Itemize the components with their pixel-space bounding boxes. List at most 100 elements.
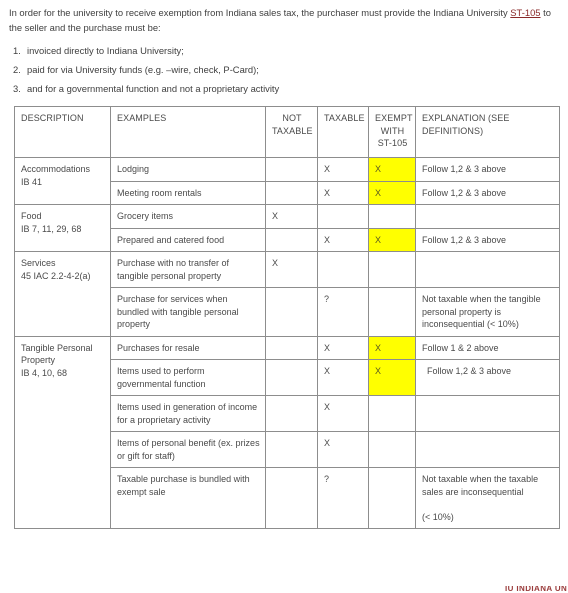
exempt-st105-cell: X: [368, 359, 416, 396]
list-item-label: and for a governmental function and not …: [27, 83, 280, 94]
example-cell: Items of personal benefit (ex. prizes or…: [110, 431, 266, 468]
taxable-cell: X: [317, 227, 369, 252]
list-item: 3. and for a governmental function and no…: [9, 82, 559, 101]
category-title: Accommodations: [21, 164, 91, 174]
example-cell: Items used to perform governmental funct…: [110, 359, 266, 396]
category-citation: IB 4, 10, 68: [21, 367, 68, 378]
category-citation: IB 41: [21, 176, 43, 187]
requirements-list: 1. invoiced directly to Indiana Universit…: [9, 44, 559, 101]
taxable-cell: X: [317, 431, 369, 468]
column-header-explanation: EXPLANATION (SEE DEFINITIONS): [415, 106, 560, 158]
list-item-number: 2.: [13, 64, 21, 75]
intro-block: In order for the university to receive e…: [0, 0, 568, 101]
example-cell: Purchase for services when bundled with …: [110, 287, 266, 337]
not-taxable-cell: X: [265, 251, 318, 288]
example-cell: Purchases for resale: [110, 335, 266, 360]
explanation-cell: [415, 431, 560, 468]
explanation-line: Follow 1,2 & 3 above: [422, 234, 507, 245]
taxable-cell: X: [317, 335, 369, 360]
explanation-line: Not taxable when the tangible personal p…: [422, 294, 541, 329]
explanation-cell: Not taxable when the tangible personal p…: [415, 287, 560, 337]
list-item-label: paid for via University funds (e.g. –wir…: [27, 64, 259, 75]
column-header-examples: EXAMPLES: [110, 106, 266, 158]
explanation-cell: [415, 395, 560, 432]
category-title: Tangible Personal Property: [21, 342, 93, 366]
table-row: Services 45 IAC 2.2-4-2(a) Purchase with n…: [14, 251, 560, 337]
category-cell: Tangible Personal Property IB 4, 10, 68: [14, 335, 111, 529]
category-title: Food: [21, 211, 42, 221]
not-taxable-cell: [265, 359, 318, 396]
not-taxable-cell: [265, 431, 318, 468]
example-cell: Taxable purchase is bundled with exempt …: [110, 467, 266, 529]
exempt-st105-cell: [368, 431, 416, 468]
taxable-cell: X: [317, 359, 369, 396]
example-cell: Prepared and catered food: [110, 227, 266, 252]
example-cell: Grocery items: [110, 204, 266, 229]
category-title: Services: [21, 258, 56, 268]
explanation-cell: [415, 204, 560, 229]
table-header: DESCRIPTION EXAMPLES NOT TAXABLE TAXABLE…: [14, 106, 560, 158]
not-taxable-cell: X: [265, 204, 318, 229]
example-cell: Purchase with no transfer of tangible pe…: [110, 251, 266, 288]
taxable-cell: ?: [317, 287, 369, 337]
not-taxable-cell: [265, 157, 318, 182]
example-cell: Lodging: [110, 157, 266, 182]
table-row: Accommodations IB 41 Lodging X X Follow 1,2 &…: [14, 157, 560, 205]
explanation-cell: Not taxable when the taxable sales are i…: [415, 467, 560, 529]
exempt-st105-cell: [368, 287, 416, 337]
explanation-cell: Follow 1,2 & 3 above: [415, 359, 560, 396]
category-cell: Food IB 7, 11, 29, 68: [14, 204, 111, 252]
list-item: 2. paid for via University funds (e.g. –w…: [9, 63, 559, 82]
exempt-st105-cell: [368, 467, 416, 529]
example-cell: Items used in generation of income for a…: [110, 395, 266, 432]
not-taxable-cell: [265, 395, 318, 432]
not-taxable-cell: [265, 467, 318, 529]
exempt-st105-cell: [368, 204, 416, 229]
explanation-line: Follow 1,2 & 3 above: [422, 164, 507, 174]
example-cell: Meeting room rentals: [110, 180, 266, 205]
table-header-row: DESCRIPTION EXAMPLES NOT TAXABLE TAXABLE…: [14, 106, 560, 158]
taxable-cell: X: [317, 157, 369, 182]
st-105-link[interactable]: ST-105: [510, 7, 540, 18]
list-item-number: 3.: [13, 83, 21, 94]
explanation-line: Not taxable when the taxable sales are i…: [422, 474, 539, 497]
category-cell: Services 45 IAC 2.2-4-2(a): [14, 251, 111, 337]
not-taxable-cell: [265, 335, 318, 360]
explanation-cell: Follow 1,2 & 3 above: [415, 180, 560, 205]
sales-tax-matrix-wrapper: DESCRIPTION EXAMPLES NOT TAXABLE TAXABLE…: [14, 106, 560, 529]
explanation-cell: [415, 251, 560, 288]
list-item-label: invoiced directly to Indiana University;: [27, 45, 184, 56]
intro-text-before-link: In order for the university to receive e…: [9, 7, 511, 18]
explanation-cell: Follow 1,2 & 3 above: [415, 227, 560, 252]
not-taxable-cell: [265, 287, 318, 337]
explanation-line: Follow 1,2 & 3 above: [422, 187, 507, 198]
explanation-line: Follow 1,2 & 3 above: [427, 366, 512, 376]
column-header-taxable: TAXABLE: [317, 106, 369, 158]
taxable-cell: X: [317, 180, 369, 205]
list-item: 1. invoiced directly to Indiana Universit…: [9, 44, 559, 63]
exempt-st105-cell: [368, 395, 416, 432]
exempt-st105-cell: [368, 251, 416, 288]
column-header-not-taxable: NOT TAXABLE: [265, 106, 318, 158]
explanation-cell: Follow 1 & 2 above: [415, 335, 560, 360]
explanation-line: (< 10%): [422, 511, 454, 522]
taxable-cell: [317, 251, 369, 288]
category-cell: Accommodations IB 41: [14, 157, 111, 205]
explanation-line: Follow 1 & 2 above: [422, 342, 499, 353]
footer-watermark-label: IU INDIANA UNIVERSITY: [505, 586, 567, 593]
exempt-st105-cell: X: [368, 227, 416, 252]
exempt-st105-cell: X: [368, 335, 416, 360]
exempt-st105-cell: X: [368, 157, 416, 182]
category-citation: 45 IAC 2.2-4-2(a): [21, 270, 91, 281]
taxable-cell: X: [317, 395, 369, 432]
taxable-cell: [317, 204, 369, 229]
not-taxable-cell: [265, 227, 318, 252]
column-header-exempt-with-st105: EXEMPT WITH ST-105: [368, 106, 416, 158]
sales-tax-matrix-table: DESCRIPTION EXAMPLES NOT TAXABLE TAXABLE…: [14, 106, 560, 529]
intro-paragraph: In order for the university to receive e…: [9, 6, 559, 35]
table-body: Accommodations IB 41 Lodging X X Follow 1,2 &…: [14, 157, 560, 529]
explanation-cell: Follow 1,2 & 3 above: [415, 157, 560, 182]
table-row: Food IB 7, 11, 29, 68 Grocery items X: [14, 204, 560, 252]
not-taxable-cell: [265, 180, 318, 205]
category-citation: IB 7, 11, 29, 68: [21, 223, 82, 234]
